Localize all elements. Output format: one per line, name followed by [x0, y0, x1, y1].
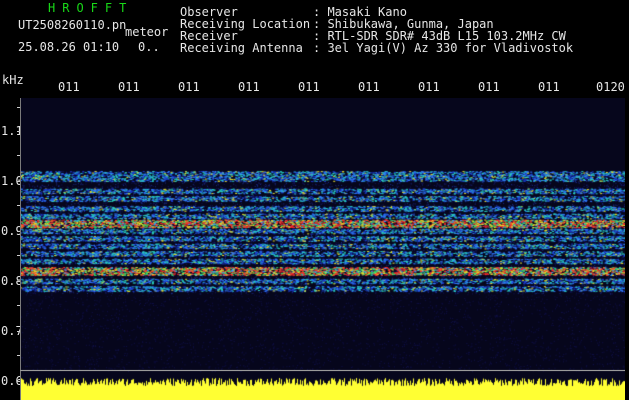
time-tick-label: 011: [538, 80, 560, 94]
datetime-extra: 0..: [138, 40, 160, 54]
detection-tag: meteor: [125, 25, 169, 39]
filename: UT2508260110.pn: [18, 18, 127, 32]
amplitude-baseline: [20, 370, 625, 371]
time-tick-label: 011: [118, 80, 140, 94]
time-tick-label: 011: [298, 80, 320, 94]
y-axis-line: [20, 98, 21, 400]
software-title: HROFFT: [48, 1, 134, 15]
y-axis-unit: kHz: [2, 73, 24, 87]
time-tick-label: 011: [238, 80, 260, 94]
label-antenna: Receiving Antenna: [180, 41, 303, 55]
time-tick-label: 011: [358, 80, 380, 94]
spectrogram-plot: [20, 98, 625, 400]
time-tick-label: 011: [478, 80, 500, 94]
time-tick-label: 011: [58, 80, 80, 94]
time-tick-label: 0120: [596, 80, 625, 94]
datetime: 25.08.26 01:10: [18, 40, 120, 54]
time-tick-label: 011: [418, 80, 440, 94]
time-tick-label: 011: [178, 80, 200, 94]
value-antenna: : 3el Yagi(V) Az 330 for Vladivostok: [313, 41, 574, 55]
spectrogram-window: HROFFT UT2508260110.pn meteor 25.08.26 0…: [0, 0, 629, 400]
